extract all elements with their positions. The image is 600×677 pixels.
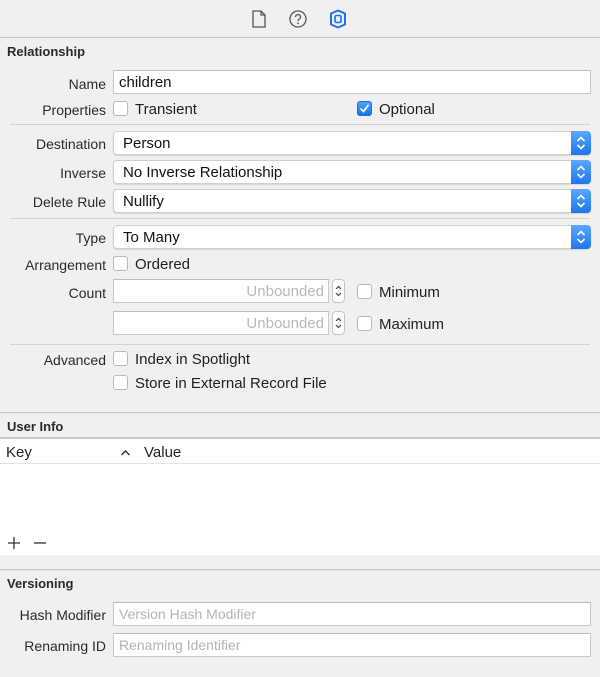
minimum-label: Minimum bbox=[379, 284, 440, 301]
destination-label: Destination bbox=[35, 136, 106, 152]
table-body bbox=[0, 465, 600, 557]
ordered-label: Ordered bbox=[135, 256, 191, 273]
file-inspector-icon[interactable] bbox=[249, 9, 269, 29]
versioning-section-title: Versioning bbox=[7, 576, 74, 591]
remove-button[interactable] bbox=[32, 535, 48, 554]
count-label: Count bbox=[68, 285, 106, 301]
arrangement-label: Arrangement bbox=[25, 257, 106, 273]
stepper-arrows-icon bbox=[335, 285, 342, 297]
divider bbox=[10, 124, 590, 125]
index-spotlight-checkbox[interactable] bbox=[113, 351, 128, 366]
name-label: Name bbox=[68, 76, 106, 92]
delete-rule-value: Nullify bbox=[123, 193, 164, 210]
ordered-checkbox[interactable] bbox=[113, 256, 128, 271]
minimum-checkbox[interactable] bbox=[357, 284, 372, 299]
minus-icon bbox=[34, 542, 46, 544]
inverse-value: No Inverse Relationship bbox=[123, 164, 283, 181]
column-header-value[interactable]: Value bbox=[144, 444, 181, 461]
data-model-inspector-icon[interactable] bbox=[328, 9, 348, 29]
properties-label: Properties bbox=[42, 102, 106, 118]
maximum-checkbox[interactable] bbox=[357, 316, 372, 331]
type-popup[interactable]: To Many bbox=[113, 225, 591, 249]
inverse-popup[interactable]: No Inverse Relationship bbox=[113, 160, 591, 184]
transient-label: Transient bbox=[135, 101, 197, 118]
table-header: Key Value bbox=[0, 439, 600, 464]
checkmark-icon bbox=[360, 104, 369, 113]
renaming-id-field[interactable]: Renaming Identifier bbox=[113, 633, 591, 657]
maximum-label: Maximum bbox=[379, 316, 445, 333]
plus-icon bbox=[8, 537, 20, 549]
inverse-label: Inverse bbox=[60, 165, 106, 181]
delete-rule-popup[interactable]: Nullify bbox=[113, 189, 591, 213]
column-header-key[interactable]: Key bbox=[6, 444, 32, 461]
count-minimum-field[interactable]: Unbounded bbox=[113, 279, 329, 303]
section-divider bbox=[0, 412, 600, 414]
external-record-checkbox[interactable] bbox=[113, 375, 128, 390]
type-value: To Many bbox=[123, 229, 180, 246]
stepper-arrows-icon bbox=[335, 317, 342, 329]
popup-arrows-icon bbox=[571, 131, 591, 155]
count-maximum-field[interactable]: Unbounded bbox=[113, 311, 329, 335]
advanced-label: Advanced bbox=[43, 352, 106, 368]
optional-checkbox[interactable] bbox=[357, 101, 372, 116]
relationship-section-title: Relationship bbox=[7, 44, 86, 59]
divider bbox=[10, 218, 590, 219]
destination-popup[interactable]: Person bbox=[113, 131, 591, 155]
delete-rule-label: Delete Rule bbox=[32, 194, 106, 210]
optional-label: Optional bbox=[379, 101, 435, 118]
quick-help-icon[interactable] bbox=[288, 9, 308, 29]
divider bbox=[10, 344, 590, 345]
destination-value: Person bbox=[123, 135, 171, 152]
hash-modifier-label: Hash Modifier bbox=[19, 607, 106, 623]
section-divider bbox=[0, 569, 600, 571]
popup-arrows-icon bbox=[571, 225, 591, 249]
inspector-toolbar bbox=[0, 0, 600, 38]
name-field[interactable]: children bbox=[113, 70, 591, 94]
add-button[interactable] bbox=[6, 535, 22, 554]
type-label: Type bbox=[75, 230, 106, 246]
sort-ascending-icon bbox=[120, 445, 131, 461]
renaming-id-label: Renaming ID bbox=[24, 638, 106, 654]
transient-checkbox[interactable] bbox=[113, 101, 128, 116]
count-maximum-stepper[interactable] bbox=[332, 311, 345, 335]
hash-modifier-field[interactable]: Version Hash Modifier bbox=[113, 602, 591, 626]
index-spotlight-label: Index in Spotlight bbox=[135, 351, 251, 368]
count-minimum-stepper[interactable] bbox=[332, 279, 345, 303]
user-info-table: Key Value bbox=[0, 437, 600, 555]
popup-arrows-icon bbox=[571, 160, 591, 184]
popup-arrows-icon bbox=[571, 189, 591, 213]
user-info-section-title: User Info bbox=[7, 419, 64, 434]
external-record-label: Store in External Record File bbox=[135, 375, 327, 392]
